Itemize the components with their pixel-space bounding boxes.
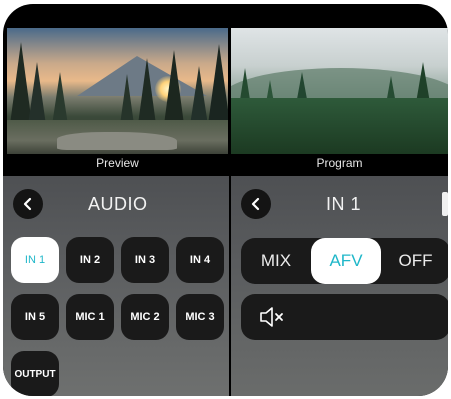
channel-in-5-button[interactable]: IN 5: [11, 294, 59, 340]
channel-settings-panel: IN 1 MIX AFV OFF: [231, 176, 448, 396]
channel-in-2-button[interactable]: IN 2: [66, 237, 114, 283]
audio-panel: AUDIO IN 1 IN 2 IN 3 IN 4 IN 5 MIC 1 MIC…: [3, 176, 229, 396]
channel-in-4-button[interactable]: IN 4: [176, 237, 224, 283]
channel-mic-2-button[interactable]: MIC 2: [121, 294, 169, 340]
audio-panel-title: AUDIO: [88, 194, 148, 214]
preview-monitor[interactable]: [7, 28, 228, 154]
switcher-app-window: Preview Program AUDIO IN 1 IN 2 IN 3 IN …: [3, 4, 448, 396]
pine-tree: [207, 44, 228, 132]
channel-mic-1-button[interactable]: MIC 1: [66, 294, 114, 340]
mode-mix-button[interactable]: MIX: [241, 238, 311, 284]
channel-output-button[interactable]: OUTPUT: [11, 351, 59, 396]
forest-canopy: [231, 98, 448, 154]
program-monitor[interactable]: [231, 28, 448, 154]
audio-mode-selector: MIX AFV OFF: [241, 238, 448, 284]
rock-outcrop: [57, 132, 177, 150]
mode-afv-button[interactable]: AFV: [311, 238, 381, 284]
channel-settings-title: IN 1: [326, 194, 362, 214]
mute-toggle-row[interactable]: [241, 294, 448, 340]
scroll-handle[interactable]: [442, 192, 448, 216]
preview-label: Preview: [7, 154, 228, 174]
audio-back-button[interactable]: [13, 189, 43, 219]
channel-mic-3-button[interactable]: MIC 3: [176, 294, 224, 340]
channel-in-1-button[interactable]: IN 1: [11, 237, 59, 283]
settings-back-button[interactable]: [241, 189, 271, 219]
channel-in-3-button[interactable]: IN 3: [121, 237, 169, 283]
chevron-left-icon: [251, 197, 260, 211]
mode-off-button[interactable]: OFF: [381, 238, 448, 284]
chevron-left-icon: [23, 197, 32, 211]
program-label: Program: [231, 154, 448, 174]
speaker-mute-icon[interactable]: [259, 306, 285, 328]
